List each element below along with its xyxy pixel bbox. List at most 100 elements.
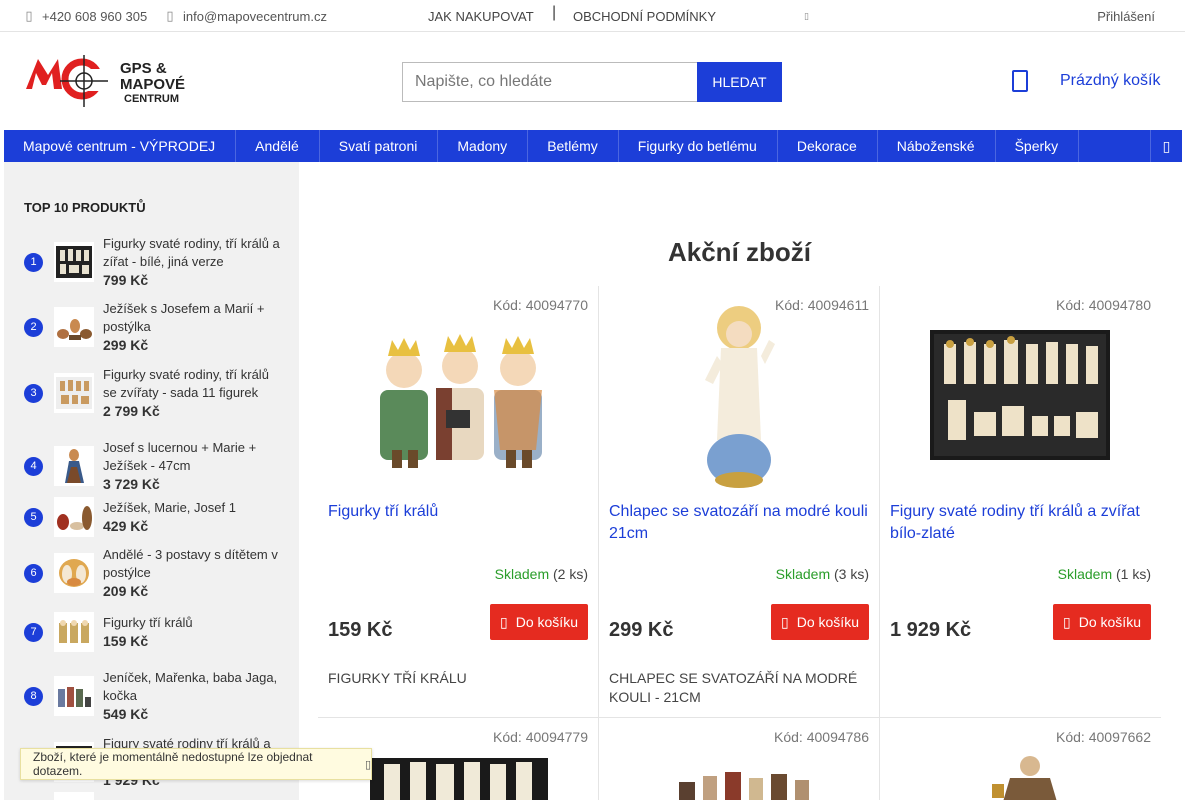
top-product-name[interactable]: Ježíšek, Marie, Josef 1	[103, 499, 283, 517]
svg-text:CENTRUM: CENTRUM	[124, 93, 179, 105]
nav-item-dekorace[interactable]: Dekorace	[778, 130, 878, 162]
top-product-item[interactable]: 8 Jeníček, Mařenka, baba Jaga, kočka 549 …	[24, 669, 284, 723]
cart-widget[interactable]: Prázdný košík	[1012, 70, 1160, 92]
sidebar: TOP 10 PRODUKTŮ 1 Figurky svaté rodiny, …	[4, 162, 299, 800]
nav-item-svati-patroni[interactable]: Svatí patroni	[320, 130, 439, 162]
availability-notice: Zboží, které je momentálně nedostupné lz…	[20, 748, 372, 780]
top-product-item[interactable]: 1 Figurky svaté rodiny, tří králů a zířa…	[24, 235, 284, 289]
top-product-item[interactable]: 4 Josef s lucernou + Marie + Ježíšek - 4…	[24, 439, 284, 493]
rank-badge: 8	[24, 686, 43, 706]
topbar-separator: |	[552, 4, 557, 21]
product-thumbnail[interactable]	[54, 612, 94, 652]
product-thumbnail[interactable]	[54, 497, 94, 537]
product-thumbnail[interactable]	[54, 242, 94, 282]
add-to-cart-label: Do košíku	[1078, 614, 1141, 630]
stock-quantity: (3 ks)	[834, 566, 869, 582]
top-product-item[interactable]: 7 Figurky tří králů 159 Kč	[24, 612, 284, 652]
phone-contact[interactable]: ▯ +420 608 960 305	[24, 8, 147, 24]
top-product-item[interactable]: 3 Figurky svaté rodiny, tří králů se zví…	[24, 366, 284, 420]
logo-graphic: GPS & MAPOVÉ CENTRUM	[26, 55, 185, 107]
stock-label: Skladem	[775, 566, 831, 582]
product-title[interactable]: Chlapec se svatozáří na modré kouli 21cm	[609, 501, 871, 545]
top-product-name[interactable]: Figurky svaté rodiny, tří králů se zvířa…	[103, 366, 283, 402]
product-card: Kód: 40094611 Chlapec se svatozáří na mo…	[599, 286, 880, 718]
page-title: Akční zboží	[667, 237, 811, 267]
search-form: HLEDAT	[402, 62, 782, 102]
product-thumbnail[interactable]	[54, 553, 94, 593]
top-product-item[interactable]: 5 Ježíšek, Marie, Josef 1 429 Kč	[24, 497, 284, 537]
top-product-name[interactable]: Josef s lucernou + Marie + Ježíšek - 47c…	[103, 439, 283, 475]
notice-text: Zboží, které je momentálně nedostupné lz…	[33, 750, 313, 778]
nav-more-icon[interactable]: ▯	[1150, 130, 1182, 162]
top-product-item[interactable]: 6 Andělé - 3 postavy s dítětem v postýlc…	[24, 546, 284, 600]
product-image[interactable]	[328, 300, 589, 490]
dropdown-icon[interactable]: ▯	[804, 11, 809, 22]
cart-icon	[1012, 70, 1028, 92]
product-image[interactable]	[890, 300, 1151, 490]
product-image[interactable]	[609, 732, 870, 800]
product-thumbnail[interactable]	[54, 307, 94, 347]
product-image[interactable]	[609, 300, 870, 490]
search-button[interactable]: HLEDAT	[697, 62, 782, 102]
email-address: info@mapovecentrum.cz	[183, 8, 327, 24]
product-card: Kód: 40094786	[599, 718, 880, 800]
rank-badge: 3	[24, 383, 43, 403]
product-price: 159 Kč	[328, 619, 393, 641]
top-product-item[interactable]: 2 Ježíšek s Josefem a Marií + postýlka 29…	[24, 300, 284, 354]
add-to-cart-button[interactable]: ▯ Do košíku	[1053, 604, 1151, 640]
phone-number: +420 608 960 305	[42, 8, 148, 24]
top-product-name[interactable]: Andělé - 3 postavy s dítětem v postýlce	[103, 546, 283, 582]
product-thumbnail[interactable]	[54, 373, 94, 413]
add-to-cart-button[interactable]: ▯ Do košíku	[490, 604, 588, 640]
top-product-price: 549 Kč	[103, 706, 149, 722]
product-description: FIGURKY TŘÍ KRÁLU	[328, 670, 467, 686]
email-contact[interactable]: ▯ info@mapovecentrum.cz	[165, 8, 327, 24]
stock-quantity: (2 ks)	[553, 566, 588, 582]
main-navigation: Mapové centrum - VÝPRODEJ Andělé Svatí p…	[4, 130, 1182, 162]
product-image[interactable]	[890, 732, 1151, 800]
top-product-name[interactable]: Jeníček, Mařenka, baba Jaga, kočka	[103, 669, 283, 705]
product-description: CHLAPEC SE SVATOZÁŘÍ NA MODRÉ KOULI - 21…	[609, 670, 858, 705]
nav-item-andele[interactable]: Andělé	[236, 130, 320, 162]
top-product-name[interactable]: Ježíšek s Josefem a Marií + postýlka	[103, 300, 283, 336]
product-thumbnail[interactable]	[54, 676, 94, 716]
link-how-to-buy[interactable]: JAK NAKUPOVAT	[428, 9, 534, 24]
top-product-price: 3 729 Kč	[103, 476, 160, 492]
top-bar: ▯ +420 608 960 305 ▯ info@mapovecentrum.…	[0, 0, 1185, 32]
search-input[interactable]	[402, 62, 697, 102]
svg-text:GPS &: GPS &	[120, 60, 167, 77]
site-logo[interactable]: GPS & MAPOVÉ CENTRUM	[24, 51, 220, 109]
cart-label: Prázdný košík	[1060, 72, 1161, 89]
link-terms[interactable]: OBCHODNÍ PODMÍNKY	[573, 9, 716, 24]
rank-badge: 1	[24, 252, 43, 272]
top-product-price: 299 Kč	[103, 337, 149, 353]
top-product-name[interactable]: Figurky tří králů	[103, 614, 283, 632]
email-icon: ▯	[166, 8, 174, 23]
cart-icon: ▯	[500, 613, 508, 630]
rank-badge: 4	[24, 456, 43, 476]
rank-badge: 6	[24, 563, 43, 583]
top-product-name[interactable]: Figurky svaté rodiny, tří králů a zířat …	[103, 235, 283, 271]
product-title[interactable]: Figurky tří králů	[328, 501, 590, 523]
nav-item-vyprodej[interactable]: Mapové centrum - VÝPRODEJ	[4, 130, 237, 162]
product-title[interactable]: Figury svaté rodiny tří králů a zvířat b…	[890, 501, 1152, 545]
nav-item-nabozenske[interactable]: Náboženské	[878, 130, 996, 162]
add-to-cart-button[interactable]: ▯ Do košíku	[771, 604, 869, 640]
top-product-price: 159 Kč	[103, 633, 149, 649]
product-price: 299 Kč	[609, 619, 674, 641]
nav-item-betlemy[interactable]: Betlémy	[528, 130, 619, 162]
nav-item-sperky[interactable]: Šperky	[996, 130, 1080, 162]
stock-status: Skladem (2 ks)	[495, 566, 588, 582]
add-to-cart-label: Do košíku	[515, 614, 578, 630]
close-icon[interactable]: ▯	[365, 758, 371, 771]
sidebar-heading: TOP 10 PRODUKTŮ	[24, 200, 146, 215]
login-link[interactable]: Přihlášení	[1097, 9, 1155, 24]
stock-label: Skladem	[494, 566, 550, 582]
product-thumbnail[interactable]	[54, 446, 94, 486]
product-thumbnail[interactable]	[54, 792, 94, 800]
rank-badge: 7	[24, 622, 43, 642]
nav-item-madony[interactable]: Madony	[438, 130, 529, 162]
top-product-price: 2 799 Kč	[103, 403, 160, 419]
phone-icon: ▯	[25, 8, 33, 23]
nav-item-figurky[interactable]: Figurky do betlému	[619, 130, 778, 162]
